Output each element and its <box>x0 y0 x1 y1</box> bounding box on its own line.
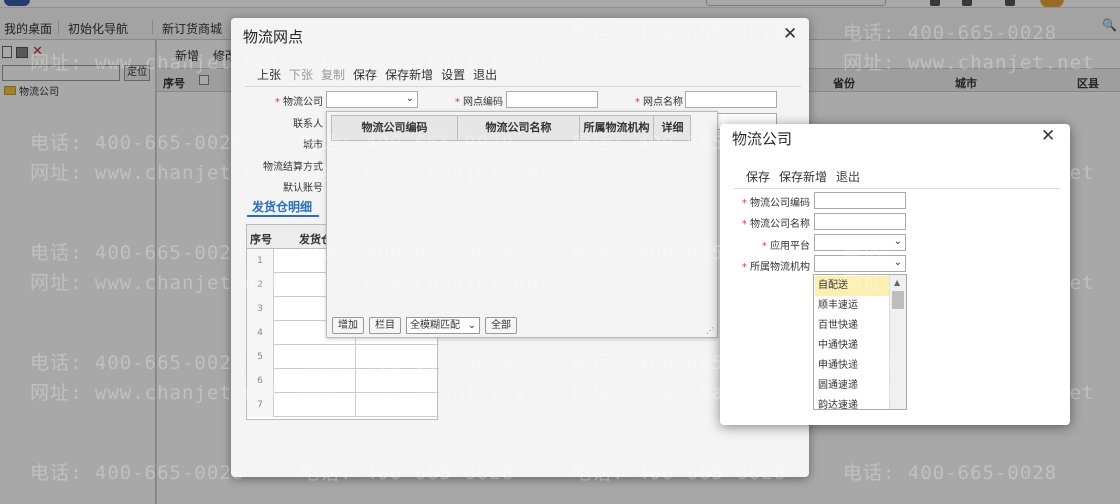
dropdown-option[interactable]: 中通快递 <box>815 336 889 356</box>
toolbar-divider <box>245 86 801 87</box>
logistics-company-dialog: 物流公司 ✕ 保存 保存新增 退出 * 物流公司编码 * 物流公司名称 * 应用… <box>720 124 1070 425</box>
toolbar-divider <box>734 188 1060 189</box>
prev-record-button[interactable]: 上张 <box>257 66 281 83</box>
dropdown-scrollbar[interactable]: ▲ <box>889 275 906 409</box>
table-row[interactable]: 7 <box>247 393 439 417</box>
org-select[interactable]: ⌄ <box>814 255 906 272</box>
add-company-button[interactable]: 增加 <box>332 317 364 334</box>
dialog-toolbar: 上张 下张 复制 保存 保存新增 设置 退出 <box>257 66 497 83</box>
dropdown-option[interactable]: 百世快递 <box>815 316 889 336</box>
platform-label: * 应用平台 <box>761 241 810 252</box>
company-select[interactable]: ⌄ <box>326 91 418 108</box>
dialog-title: 物流公司 <box>732 130 793 148</box>
org-label: * 所属物流机构 <box>741 262 810 273</box>
dropdown-option[interactable]: 圆通速递 <box>815 376 889 396</box>
company-lookup-popup: 物流公司编码 物流公司名称 所属物流机构 详细 增加 栏目 全模糊匹配 ⌄ 全部 … <box>326 111 718 338</box>
company-name-label: * 物流公司名称 <box>741 219 810 230</box>
table-row[interactable]: 6 <box>247 369 439 393</box>
default-account-label: 默认账号 <box>283 183 323 194</box>
col-header-index: 序号 <box>250 233 272 246</box>
save-and-new-button[interactable]: 保存新增 <box>385 66 433 83</box>
dropdown-option[interactable]: 自配送 <box>815 276 889 296</box>
city-label: 城市 <box>303 140 323 151</box>
dropdown-option[interactable]: 申通快递 <box>815 356 889 376</box>
tab-indicator <box>247 215 319 217</box>
settings-button[interactable]: 设置 <box>441 66 465 83</box>
resize-handle[interactable]: ⋰ <box>706 326 714 335</box>
contact-label: 联系人 <box>293 119 323 130</box>
point-code-label: * 网点编码 <box>454 97 503 108</box>
company-code-input[interactable] <box>814 192 906 209</box>
show-all-button[interactable]: 全部 <box>485 317 517 334</box>
lookup-footer: 增加 栏目 全模糊匹配 ⌄ 全部 <box>332 317 517 334</box>
dropdown-option[interactable]: 顺丰速运 <box>815 296 889 316</box>
match-mode-select[interactable]: 全模糊匹配 ⌄ <box>406 317 480 334</box>
columns-button[interactable]: 栏目 <box>369 317 401 334</box>
copy-button[interactable]: 复制 <box>321 66 345 83</box>
company-name-input[interactable] <box>814 213 906 230</box>
tab-warehouse-detail[interactable]: 发货仓明细 <box>252 198 312 215</box>
col-header-org[interactable]: 所属物流机构 <box>580 116 654 140</box>
table-row[interactable]: 5 <box>247 345 439 369</box>
save-and-new-button[interactable]: 保存新增 <box>779 168 827 185</box>
dialog-toolbar: 保存 保存新增 退出 <box>746 168 860 185</box>
point-name-label: * 网点名称 <box>634 97 683 108</box>
close-icon[interactable]: ✕ <box>1041 128 1055 145</box>
scroll-up-icon[interactable]: ▲ <box>894 278 900 287</box>
col-header-company-code[interactable]: 物流公司编码 <box>332 116 458 140</box>
settlement-label: 物流结算方式 <box>263 162 323 173</box>
col-header-detail[interactable]: 详细 <box>654 116 691 140</box>
point-name-input[interactable] <box>685 91 777 108</box>
save-button[interactable]: 保存 <box>746 168 770 185</box>
scroll-thumb[interactable] <box>892 291 904 309</box>
next-record-button[interactable]: 下张 <box>289 66 313 83</box>
dialog-title: 物流网点 <box>243 28 304 46</box>
point-code-input[interactable] <box>506 91 598 108</box>
company-label: * 物流公司 <box>274 97 323 108</box>
save-button[interactable]: 保存 <box>353 66 377 83</box>
exit-button[interactable]: 退出 <box>836 168 860 185</box>
company-code-label: * 物流公司编码 <box>741 198 810 209</box>
dropdown-option[interactable]: 韵达速递 <box>815 396 889 409</box>
lookup-grid-header: 物流公司编码 物流公司名称 所属物流机构 详细 <box>331 115 691 141</box>
col-header-company-name[interactable]: 物流公司名称 <box>458 116 580 140</box>
exit-button[interactable]: 退出 <box>473 66 497 83</box>
close-icon[interactable]: ✕ <box>783 26 797 43</box>
org-dropdown-list: 自配送 顺丰速运 百世快递 中通快递 申通快递 圆通速递 韵达速递 ▲ <box>813 274 907 410</box>
platform-select[interactable]: ⌄ <box>814 234 906 251</box>
